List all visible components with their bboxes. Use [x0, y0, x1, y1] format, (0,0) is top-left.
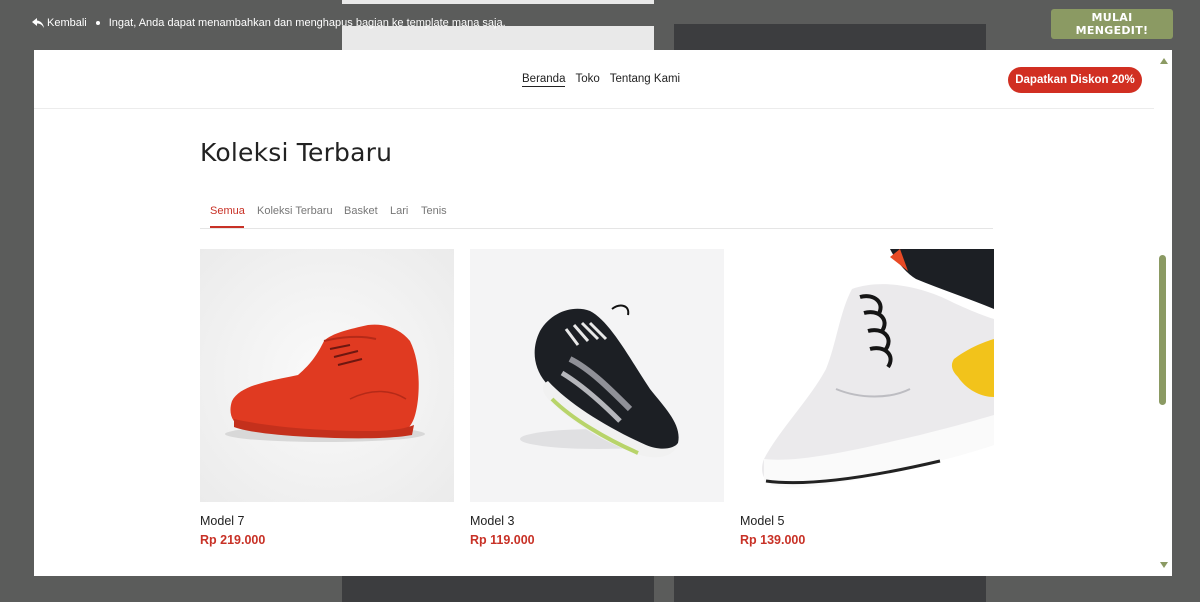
red-sneaker-illustration: [225, 324, 425, 442]
tab-all[interactable]: Semua: [210, 205, 245, 217]
template-preview: Beranda Toko Tentang Kami Dapatkan Disko…: [34, 50, 1172, 576]
start-editing-button[interactable]: MULAI MENGEDIT!: [1051, 9, 1173, 39]
tab-tennis[interactable]: Tenis: [421, 205, 447, 217]
product-card[interactable]: Model 7 Rp 219.000: [200, 249, 454, 547]
background-template-thumbnail: [342, 576, 654, 602]
black-sneaker-illustration: [520, 304, 679, 458]
product-image[interactable]: [740, 249, 994, 502]
tab-basketball[interactable]: Basket: [344, 205, 378, 217]
scroll-up-arrow-icon[interactable]: [1160, 58, 1168, 64]
reply-arrow-icon: [32, 18, 44, 28]
editor-topbar: Kembali Ingat, Anda dapat menambahkan da…: [0, 0, 1200, 48]
site-nav: Beranda Toko Tentang Kami: [522, 73, 680, 87]
editor-notice: Ingat, Anda dapat menambahkan dan mengha…: [108, 17, 506, 29]
nav-link-shop[interactable]: Toko: [575, 73, 599, 87]
product-price: Rp 139.000: [740, 533, 806, 547]
editor-back-row: Kembali Ingat, Anda dapat menambahkan da…: [32, 17, 506, 29]
section-title: Koleksi Terbaru: [200, 138, 393, 167]
product-name: Model 7: [200, 514, 245, 528]
separator-dot: [95, 21, 100, 25]
active-tab-indicator: [210, 226, 244, 228]
scroll-down-arrow-icon[interactable]: [1160, 562, 1168, 568]
preview-scrollbar[interactable]: [1156, 50, 1172, 576]
white-yellow-sneaker-illustration: [762, 249, 994, 488]
product-price: Rp 119.000: [470, 533, 535, 547]
product-name: Model 5: [740, 514, 785, 528]
back-link[interactable]: Kembali: [32, 17, 87, 29]
product-image[interactable]: [470, 249, 724, 502]
site-header: Beranda Toko Tentang Kami Dapatkan Disko…: [34, 50, 1154, 109]
product-image[interactable]: [200, 249, 454, 502]
tab-latest-collection[interactable]: Koleksi Terbaru: [257, 205, 333, 217]
tab-running[interactable]: Lari: [390, 205, 408, 217]
collection-tabs: Semua Koleksi Terbaru Basket Lari Tenis: [200, 195, 993, 229]
back-label: Kembali: [47, 17, 87, 29]
discount-button[interactable]: Dapatkan Diskon 20%: [1008, 67, 1142, 93]
product-price: Rp 219.000: [200, 533, 266, 547]
product-card[interactable]: Model 3 Rp 119.000: [470, 249, 724, 547]
nav-link-about[interactable]: Tentang Kami: [610, 73, 680, 87]
background-template-thumbnail: [674, 576, 986, 602]
product-card[interactable]: Model 5 Rp 139.000: [740, 249, 994, 547]
product-name: Model 3: [470, 514, 515, 528]
scrollbar-thumb[interactable]: [1159, 255, 1166, 405]
nav-link-home[interactable]: Beranda: [522, 73, 566, 87]
